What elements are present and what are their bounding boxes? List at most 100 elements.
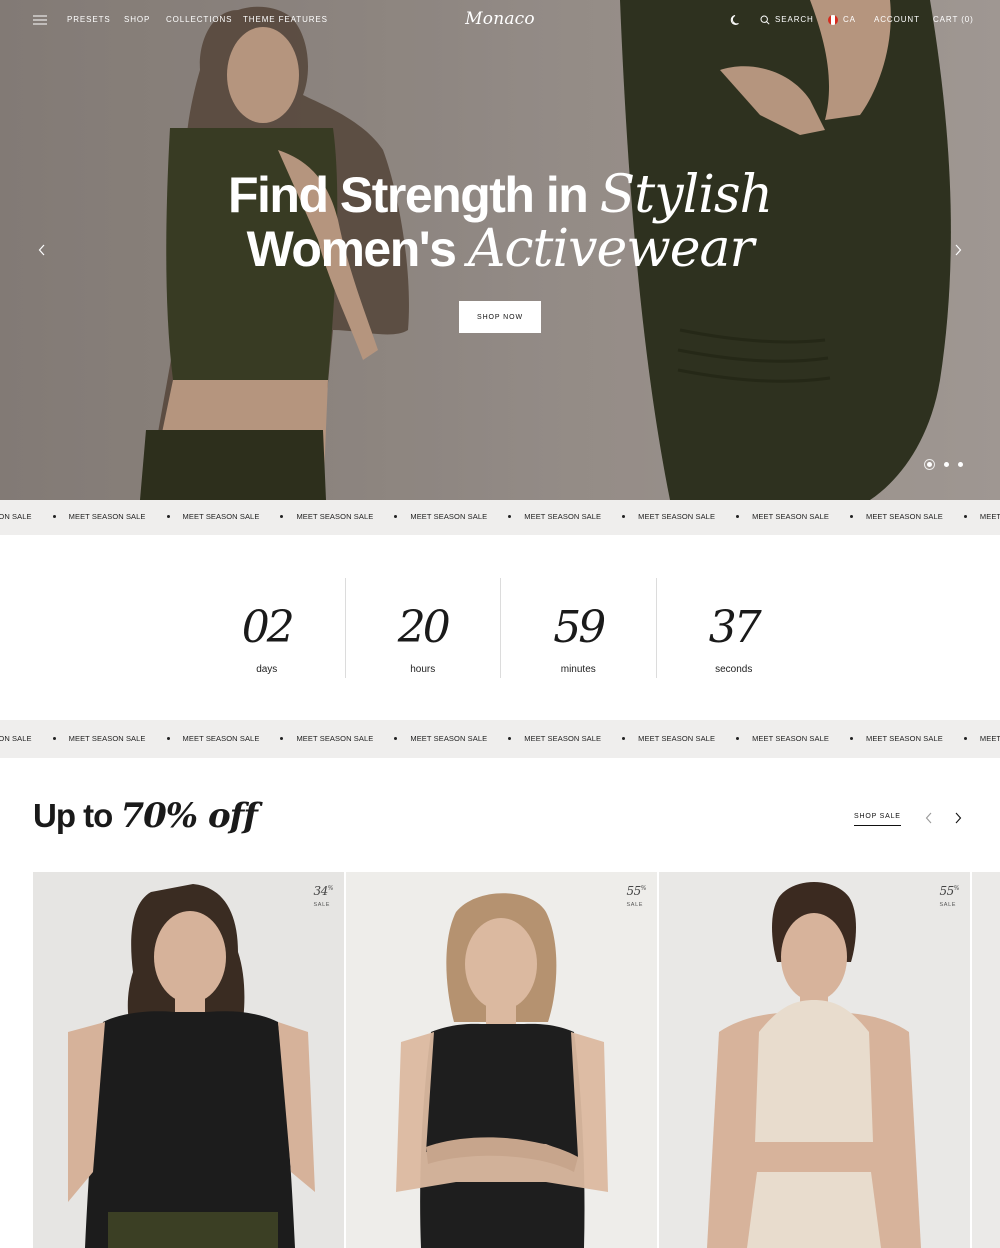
discount-unit: % — [327, 885, 334, 892]
marquee-dot-separator — [508, 515, 512, 518]
search-icon[interactable] — [760, 15, 770, 25]
country-selector[interactable]: CA — [843, 15, 856, 24]
marquee-text: MEET SEASON SALE — [865, 512, 943, 521]
marquee-dot-separator — [166, 737, 170, 740]
account-link[interactable]: ACCOUNT — [874, 15, 920, 24]
countdown-days: 02 days — [189, 578, 345, 678]
shop-sale-link[interactable]: SHOP SALE — [854, 813, 901, 826]
product-card-partial[interactable] — [972, 872, 1000, 1248]
marquee-dot-separator — [394, 737, 398, 740]
marquee-text: SEASON SALE — [0, 734, 32, 743]
marquee-text: MEET SEASON SALE — [182, 512, 260, 521]
chevron-right-icon[interactable] — [953, 811, 963, 825]
marquee-banner-top: SEASON SALE MEET SEASON SALE MEET SEASON S… — [0, 500, 1000, 535]
sale-section-title: Up to 70% off — [33, 796, 258, 836]
chevron-right-icon[interactable] — [953, 243, 963, 257]
marquee-track: SEASON SALE MEET SEASON SALE MEET SEASON S… — [0, 512, 1000, 521]
marquee-dot-separator — [508, 737, 512, 740]
marquee-text: MEET SEASON SALE — [979, 734, 1000, 743]
countdown-label: days — [256, 664, 278, 675]
hero-heading: Find Strength in Stylish Women's Activew… — [0, 168, 1000, 276]
marquee-text: MEET SEASON SALE — [524, 734, 602, 743]
discount-percent: 55% — [939, 884, 960, 898]
marquee-dot-separator — [622, 515, 626, 518]
marquee-dot-separator — [736, 737, 740, 740]
chevron-left-icon[interactable] — [924, 811, 934, 825]
product-image — [396, 893, 608, 1248]
countdown-timer: 02 days 20 hours 59 minutes 37 seconds — [189, 578, 811, 678]
marquee-dot-separator — [849, 515, 853, 518]
discount-unit: % — [953, 885, 960, 892]
marquee-text: MEET SEASON SALE — [296, 734, 374, 743]
marquee-dot-separator — [963, 737, 967, 740]
marquee-dot-separator — [849, 737, 853, 740]
hero-heading-italic-2: Activewear — [467, 219, 754, 279]
marquee-track: SEASON SALE MEET SEASON SALE MEET SEASON S… — [0, 734, 1000, 743]
marquee-text: MEET SEASON SALE — [524, 512, 602, 521]
slider-dot-3[interactable] — [958, 462, 963, 467]
marquee-text: SEASON SALE — [0, 512, 32, 521]
marquee-text: MEET SEASON SALE — [752, 512, 829, 521]
marquee-dot-separator — [394, 515, 398, 518]
marquee-text: MEET SEASON SALE — [410, 512, 488, 521]
sale-badge: SALE — [626, 902, 643, 908]
marquee-dot-separator — [52, 737, 56, 740]
marquee-text: MEET SEASON SALE — [865, 734, 943, 743]
marquee-banner-bottom: SEASON SALE MEET SEASON SALE MEET SEASON S… — [0, 720, 1000, 758]
countdown-minutes: 59 minutes — [500, 578, 656, 678]
discount-percent: 34% — [313, 884, 334, 898]
discount-value: 55 — [626, 884, 642, 898]
product-image — [707, 882, 921, 1248]
countdown-value: 02 — [241, 602, 295, 653]
marquee-text: MEET SEASON SALE — [68, 734, 146, 743]
product-card[interactable]: 34% SALE — [33, 872, 344, 1248]
hero-heading-line-1: Find Strength in Stylish — [0, 168, 1000, 222]
countdown-label: seconds — [715, 664, 753, 675]
chevron-left-icon[interactable] — [37, 243, 47, 257]
product-card[interactable]: 55% SALE — [659, 872, 970, 1248]
countdown-value: 59 — [553, 602, 606, 653]
discount-value: 55 — [939, 884, 955, 898]
countdown-label: hours — [410, 664, 436, 675]
moon-icon[interactable] — [730, 14, 742, 26]
discount-value: 34 — [313, 884, 329, 898]
sale-title-italic: 70% off — [120, 796, 257, 836]
canada-flag-icon[interactable] — [828, 15, 838, 25]
marquee-dot-separator — [736, 515, 740, 518]
countdown-hours: 20 hours — [344, 578, 501, 678]
marquee-dot-separator — [622, 737, 626, 740]
marquee-text: MEET SEASON SALE — [638, 512, 716, 521]
marquee-dot-separator — [52, 515, 56, 518]
search-link[interactable]: SEARCH — [775, 15, 814, 24]
slider-dots — [924, 459, 963, 470]
marquee-text: MEET SEASON SALE — [410, 734, 488, 743]
cart-link[interactable]: CART (0) — [933, 15, 974, 24]
discount-percent: 55% — [626, 884, 647, 898]
sale-badge: SALE — [939, 902, 956, 908]
hero-heading-line-2: Women's Activewear — [0, 222, 1000, 276]
countdown-value: 20 — [397, 602, 451, 653]
hero-banner: PRESETS SHOP COLLECTIONS THEME FEATURES … — [0, 0, 1000, 500]
marquee-text: MEET SEASON SALE — [68, 512, 146, 521]
marquee-text: MEET SEASON SALE — [979, 512, 1000, 521]
hero-heading-plain-2: Women's — [246, 221, 457, 277]
slider-dot-2[interactable] — [944, 462, 949, 467]
marquee-text: MEET SEASON SALE — [752, 734, 829, 743]
sale-title-plain: Up to — [33, 797, 113, 834]
countdown-seconds: 37 seconds — [655, 578, 812, 678]
hero-heading-plain-1: Find Strength in — [227, 167, 589, 223]
top-navigation: PRESETS SHOP COLLECTIONS THEME FEATURES … — [0, 0, 1000, 42]
marquee-dot-separator — [166, 515, 170, 518]
marquee-text: MEET SEASON SALE — [296, 512, 374, 521]
countdown-label: minutes — [560, 664, 596, 675]
discount-unit: % — [640, 885, 647, 892]
marquee-text: MEET SEASON SALE — [638, 734, 716, 743]
product-card[interactable]: 55% SALE — [346, 872, 657, 1248]
slider-dot-1[interactable] — [924, 459, 935, 470]
sale-badge: SALE — [313, 902, 330, 908]
marquee-dot-separator — [280, 737, 284, 740]
shop-now-button[interactable]: SHOP NOW — [459, 301, 541, 333]
marquee-dot-separator — [280, 515, 284, 518]
hero-heading-italic-1: Stylish — [599, 165, 773, 225]
marquee-dot-separator — [963, 515, 967, 518]
